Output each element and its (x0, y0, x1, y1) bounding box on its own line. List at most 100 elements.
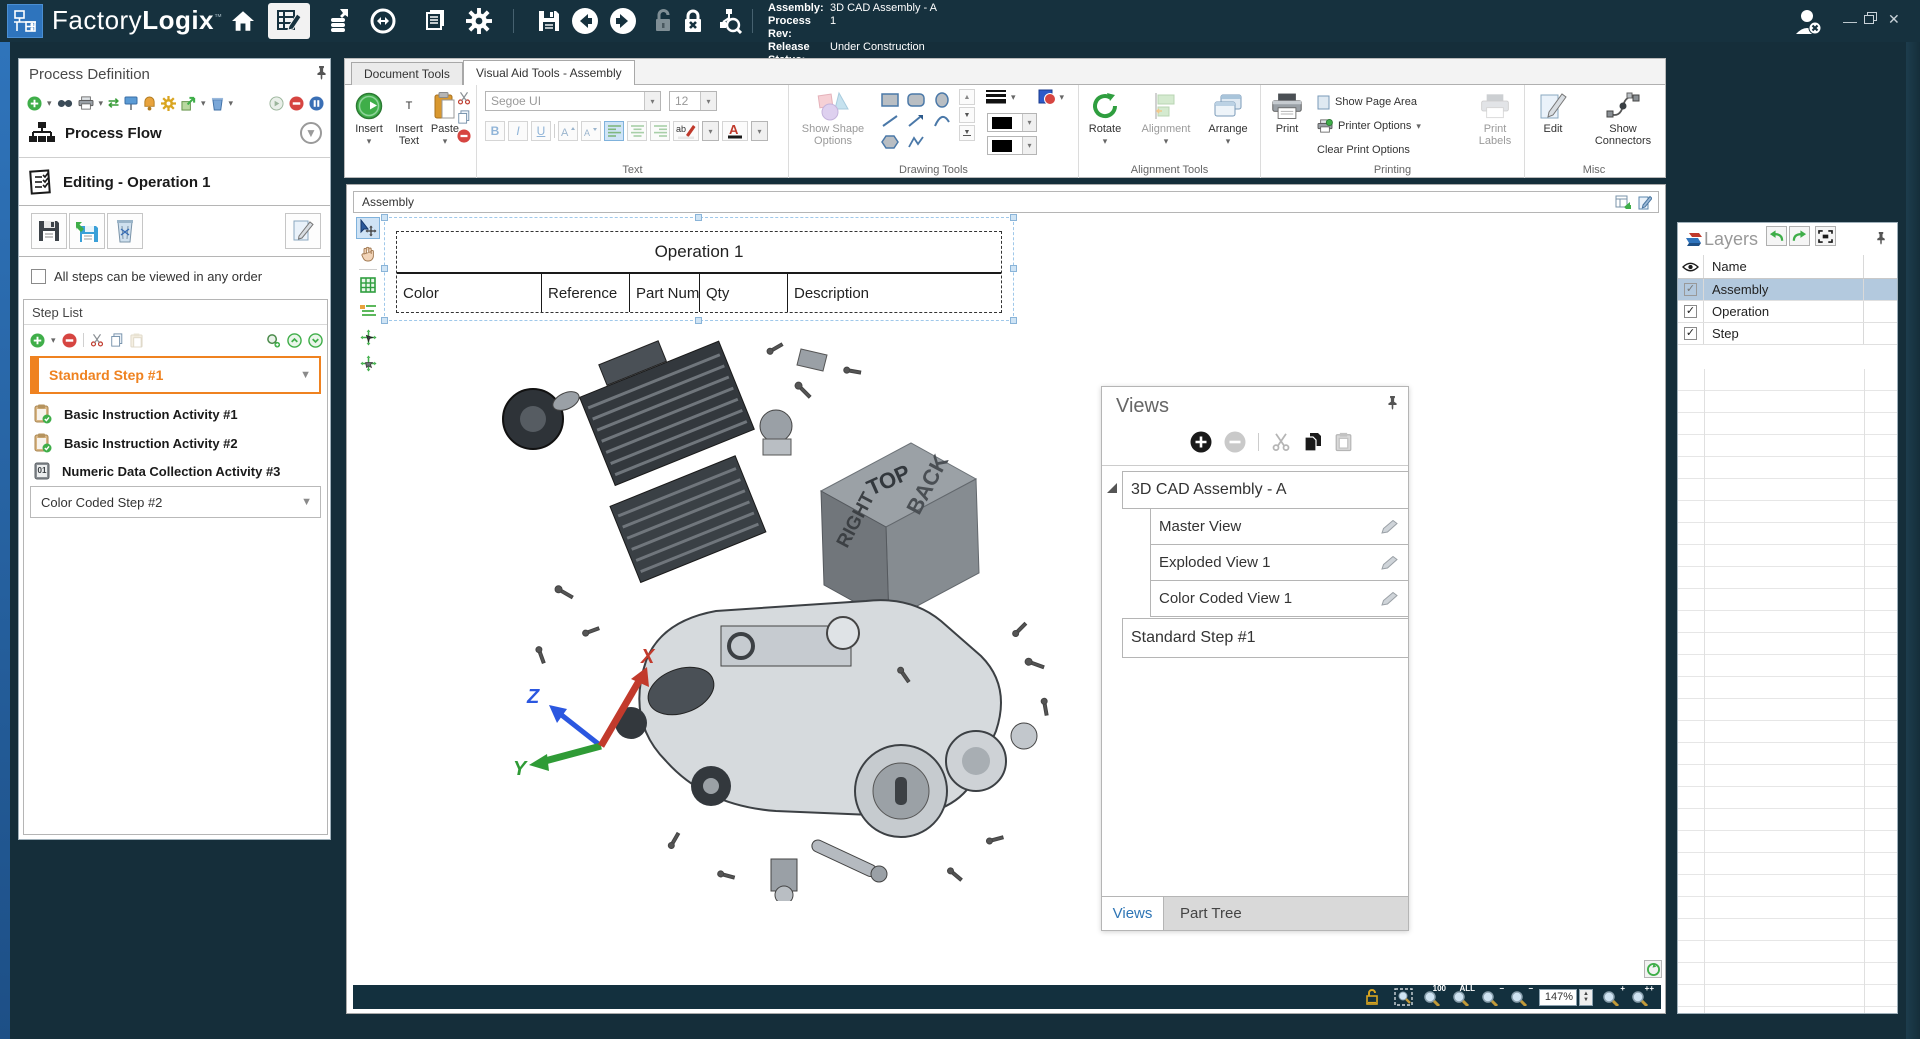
redo-icon[interactable] (1789, 226, 1810, 246)
insert-list-tool-icon[interactable] (356, 300, 380, 322)
bold-button[interactable]: B (485, 121, 505, 141)
printer-options-button[interactable]: Printer Options▾ (1317, 117, 1421, 135)
user-account-icon[interactable] (1792, 5, 1826, 37)
stop-icon[interactable] (289, 96, 304, 111)
undo-icon[interactable] (1766, 226, 1787, 246)
underline-button[interactable]: U (531, 121, 551, 141)
edit-page-icon[interactable] (1636, 194, 1654, 210)
collapse-all-icon[interactable] (308, 333, 323, 348)
tab-views[interactable]: Views (1102, 897, 1164, 930)
page-name-bar[interactable]: Assembly (353, 191, 1659, 213)
pin-icon[interactable] (1875, 231, 1887, 245)
grow-font-icon[interactable]: A (558, 121, 578, 141)
bell-icon[interactable] (143, 96, 156, 111)
tree-root-item[interactable]: 3D CAD Assembly - A (1122, 471, 1409, 509)
shape-ellipse-icon[interactable] (929, 89, 955, 110)
any-order-checkbox[interactable] (31, 269, 46, 284)
zoom-spinner[interactable]: ▲▼ (1579, 989, 1593, 1006)
line-width-dropdown-icon[interactable]: ▾ (1011, 92, 1016, 103)
copy-view-icon[interactable] (1303, 432, 1323, 452)
zoom-in-fast-icon[interactable]: ++ (1631, 988, 1651, 1007)
zoom-level-input[interactable]: 147% (1539, 989, 1577, 1006)
insert-table-tool-icon[interactable] (356, 274, 380, 296)
layer-visibility-checkbox[interactable]: ✓ (1684, 327, 1697, 340)
print-icon[interactable] (78, 96, 94, 110)
any-order-option[interactable]: All steps can be viewed in any order (31, 269, 262, 284)
resume-icon[interactable] (269, 96, 284, 111)
export-icon[interactable] (181, 96, 196, 111)
remove-view-icon[interactable] (1224, 431, 1246, 453)
highlight-dropdown-icon[interactable]: ▾ (702, 121, 719, 141)
insert-button[interactable]: Insert▾ (347, 89, 391, 147)
chevron-down-icon[interactable]: ▼ (300, 369, 311, 381)
view-item[interactable]: Color Coded View 1 (1150, 580, 1409, 617)
editing-operation-item[interactable]: Editing - Operation 1 (29, 169, 211, 195)
shape-more-icon[interactable]: ▼ (959, 125, 975, 141)
font-color-button[interactable]: A (722, 121, 748, 141)
delete-icon[interactable] (457, 129, 471, 143)
layer-row[interactable]: ✓ Step (1678, 323, 1897, 345)
resize-handle[interactable] (1010, 317, 1017, 324)
zoom-out-region-icon[interactable]: − (1481, 988, 1501, 1007)
pin-icon[interactable] (315, 65, 328, 80)
documents-icon[interactable] (418, 5, 452, 37)
align-left-icon[interactable] (604, 121, 624, 141)
resize-handle[interactable] (1010, 214, 1017, 221)
resize-handle[interactable] (1010, 265, 1017, 272)
document-canvas[interactable]: Assembly Operation 1 Color Reference Par… (346, 184, 1666, 1014)
rotate-button[interactable]: Rotate▾ (1083, 89, 1127, 147)
export-dropdown-icon[interactable]: ▾ (201, 98, 206, 109)
edit-operation-button[interactable] (285, 213, 321, 249)
restore-button[interactable] (1864, 12, 1875, 22)
print-button[interactable]: Print (1265, 89, 1309, 135)
expand-all-icon[interactable] (287, 333, 302, 348)
border-color-icon[interactable] (1038, 89, 1056, 105)
search-icon[interactable] (57, 97, 73, 110)
layer-row-selected[interactable]: ✓ Assembly (1678, 279, 1897, 301)
pin-icon[interactable] (1386, 395, 1399, 410)
close-button[interactable]: ✕ (1888, 12, 1900, 26)
tab-visual-aid-tools[interactable]: Visual Aid Tools - Assembly (463, 60, 635, 85)
resize-handle[interactable] (695, 317, 702, 324)
line-color-select[interactable]: ▾ (987, 113, 1037, 132)
export-page-icon[interactable] (1614, 194, 1632, 210)
step-item-selected[interactable]: Standard Step #1 ▼ (30, 356, 321, 394)
tab-part-tree[interactable]: Part Tree (1164, 897, 1408, 930)
shape-rounded-rectangle-icon[interactable] (903, 89, 929, 110)
exploded-cad-image[interactable]: TOP BACK RIGHT (471, 331, 1111, 901)
shape-scroll-up-icon[interactable]: ▲ (959, 89, 975, 105)
save-icon[interactable] (532, 5, 566, 37)
zoom-100-icon[interactable]: 100 (1423, 988, 1443, 1007)
chevron-down-icon[interactable]: ▼ (301, 496, 312, 508)
line-width-icon[interactable] (985, 89, 1007, 105)
shape-arc-icon[interactable] (929, 110, 955, 131)
layer-visibility-checkbox[interactable]: ✓ (1684, 283, 1697, 296)
print-labels-button[interactable]: Print Labels (1471, 89, 1519, 147)
signpost-icon[interactable] (124, 96, 138, 111)
layer-visibility-checkbox[interactable]: ✓ (1684, 305, 1697, 318)
zoom-step-icon[interactable] (266, 333, 281, 348)
shape-line-icon[interactable] (877, 110, 903, 131)
lock-zoom-icon[interactable] (1365, 988, 1385, 1007)
remove-step-icon[interactable] (62, 333, 77, 348)
tree-step-item[interactable]: Standard Step #1 (1122, 618, 1409, 658)
paste-icon[interactable] (130, 333, 143, 348)
move-view-tool-icon[interactable] (356, 352, 380, 374)
show-shape-options-button[interactable]: Show Shape Options (793, 89, 873, 147)
view-item[interactable]: Master View (1150, 508, 1409, 545)
layer-row[interactable]: ✓ Operation (1678, 301, 1897, 323)
step-item-collapsed[interactable]: Color Coded Step #2 ▼ (30, 486, 321, 518)
tab-document-tools[interactable]: Document Tools (351, 62, 463, 85)
shape-arrow-icon[interactable] (903, 110, 929, 131)
add-view-icon[interactable] (1190, 431, 1212, 453)
tree-expander-icon[interactable] (1107, 483, 1117, 493)
resize-handle[interactable] (381, 265, 388, 272)
view-item[interactable]: Exploded View 1 (1150, 544, 1409, 581)
add-step-icon[interactable] (30, 333, 45, 348)
revert-operation-button[interactable] (69, 213, 105, 249)
italic-button[interactable]: I (508, 121, 528, 141)
copy-icon[interactable] (110, 333, 124, 347)
activity-item[interactable]: Basic Instruction Activity #2 (34, 433, 238, 453)
font-size-select[interactable]: 12▾ (669, 91, 717, 111)
sync-icon[interactable] (366, 5, 400, 37)
